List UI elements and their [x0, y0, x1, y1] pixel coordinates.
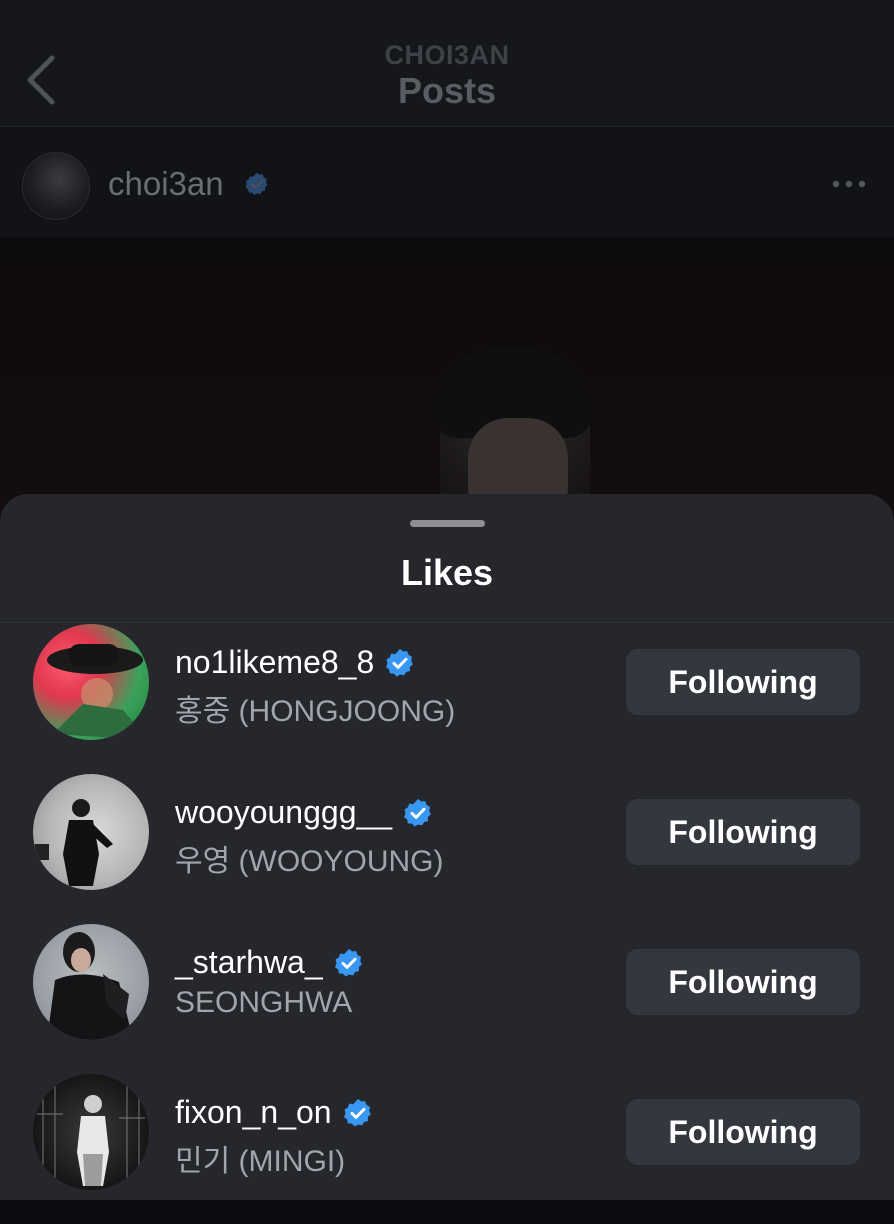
username[interactable]: wooyounggg__: [175, 794, 392, 831]
avatar[interactable]: [33, 1074, 149, 1190]
page-title: Posts: [397, 70, 497, 111]
header-account-name: CHOI3AN: [384, 40, 510, 70]
following-button[interactable]: Following: [626, 649, 860, 715]
like-list-item[interactable]: wooyounggg__ 우영 (WOOYOUNG) Following: [0, 774, 894, 924]
verified-badge-icon: [245, 172, 268, 195]
display-name: 홍중 (HONGJOONG): [175, 695, 456, 728]
verified-badge-icon: [343, 1098, 371, 1126]
sheet-drag-handle[interactable]: [410, 520, 485, 527]
avatar[interactable]: [33, 624, 149, 740]
verified-badge-icon: [386, 648, 414, 676]
author-avatar[interactable]: [22, 152, 90, 220]
author-username[interactable]: choi3an: [108, 165, 224, 203]
following-button[interactable]: Following: [626, 1099, 860, 1165]
following-button[interactable]: Following: [626, 799, 860, 865]
more-horizontal-icon[interactable]: [832, 180, 866, 188]
verified-badge-icon: [334, 948, 362, 976]
following-button[interactable]: Following: [626, 949, 860, 1015]
like-list-item[interactable]: fixon_n_on 민기 (MINGI) Following: [0, 1074, 894, 1224]
display-name: 민기 (MINGI): [175, 1145, 346, 1178]
post-photo[interactable]: [0, 238, 894, 518]
likes-sheet: Likes no1likeme8_8 홍중 (HONGJOONG) Follow…: [0, 494, 894, 1200]
divider: [0, 622, 894, 623]
likes-sheet-title: Likes: [400, 552, 494, 593]
verified-badge-icon: [404, 798, 431, 826]
username[interactable]: no1likeme8_8: [175, 644, 374, 681]
display-name: 우영 (WOOYOUNG): [175, 845, 444, 878]
avatar[interactable]: [33, 924, 149, 1040]
like-list-item[interactable]: _starhwa_ SEONGHWA Following: [0, 924, 894, 1074]
post-author-row: choi3an: [0, 127, 894, 237]
username[interactable]: _starhwa_: [175, 944, 323, 981]
top-bar: CHOI3AN Posts: [0, 0, 894, 127]
avatar[interactable]: [33, 774, 149, 890]
like-list-item[interactable]: no1likeme8_8 홍중 (HONGJOONG) Following: [0, 624, 894, 774]
username[interactable]: fixon_n_on: [175, 1094, 332, 1131]
display-name: SEONGHWA: [175, 986, 353, 1019]
